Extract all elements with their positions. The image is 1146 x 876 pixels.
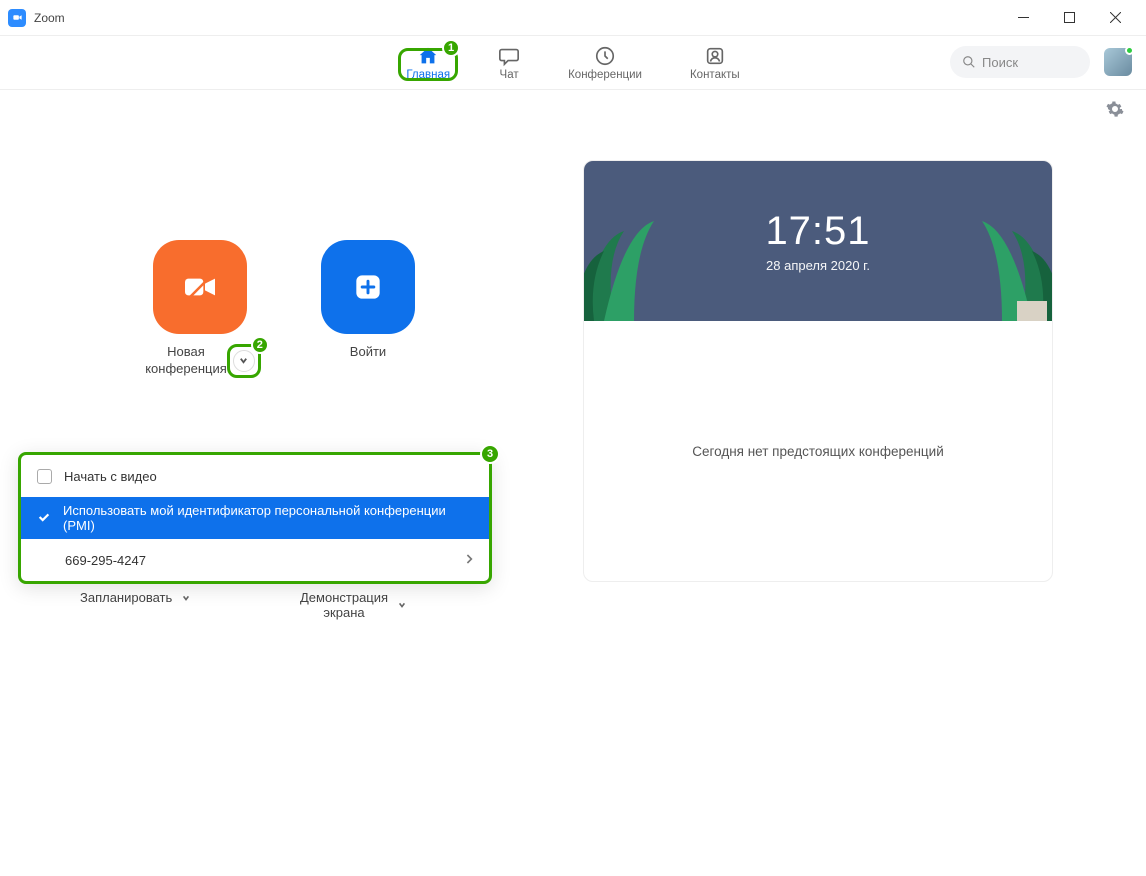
no-meetings-message: Сегодня нет предстоящих конференций — [584, 321, 1052, 581]
app-icon — [8, 9, 26, 27]
start-with-video-label: Начать с видео — [64, 469, 157, 484]
video-off-icon — [180, 267, 220, 307]
schedule-label: Запланировать — [80, 590, 172, 605]
clock-hero: 17:51 28 апреля 2020 г. — [584, 161, 1052, 321]
plant-decoration-right — [962, 201, 1052, 321]
schedule-label-row: Запланировать — [80, 590, 190, 605]
tab-meetings-label: Конференции — [568, 69, 642, 81]
maximize-button[interactable] — [1046, 0, 1092, 36]
tab-chat-label: Чат — [500, 69, 519, 81]
tab-contacts[interactable]: Контакты — [690, 45, 740, 81]
chat-icon — [498, 45, 520, 67]
join-button[interactable] — [321, 240, 415, 334]
clock-time: 17:51 — [765, 209, 870, 254]
window-title: Zoom — [34, 11, 65, 25]
title-bar: Zoom — [0, 0, 1146, 36]
share-label-row: Демонстрация экрана — [300, 590, 406, 620]
chevron-right-icon — [465, 553, 473, 568]
calendar-panel: 17:51 28 апреля 2020 г. Сегодня нет пред… — [573, 90, 1146, 876]
chevron-down-icon — [239, 356, 248, 365]
join-label: Войти — [350, 344, 386, 361]
new-meeting-dropdown-button[interactable] — [233, 350, 255, 372]
tab-home[interactable]: 1 Главная — [406, 45, 450, 81]
search-placeholder: Поиск — [982, 55, 1018, 70]
chevron-down-icon — [182, 594, 190, 602]
presence-indicator — [1125, 46, 1134, 55]
clock-date: 28 апреля 2020 г. — [766, 258, 870, 273]
new-meeting-dropdown: 3 Начать с видео Использовать мой иденти… — [18, 452, 492, 584]
annotation-badge-1: 1 — [442, 39, 460, 57]
avatar[interactable] — [1104, 48, 1132, 76]
use-pmi-label: Использовать мой идентификатор персональ… — [63, 503, 473, 533]
pmi-number-label: 669-295-4247 — [65, 553, 146, 568]
plus-icon — [348, 267, 388, 307]
home-icon — [417, 45, 439, 67]
clock-icon — [594, 45, 616, 67]
search-input[interactable]: Поиск — [950, 46, 1090, 78]
home-actions-panel: Новая конференция 2 Войт — [0, 90, 573, 876]
calendar-card: 17:51 28 апреля 2020 г. Сегодня нет пред… — [583, 160, 1053, 582]
tile-join: Войти — [308, 240, 428, 378]
contacts-icon — [704, 45, 726, 67]
annotation-badge-3: 3 — [480, 444, 500, 464]
top-nav: 1 Главная Чат Конференции Контакты Поиск — [0, 36, 1146, 90]
close-button[interactable] — [1092, 0, 1138, 36]
tile-new-meeting: Новая конференция 2 — [140, 240, 260, 378]
minimize-button[interactable] — [1000, 0, 1046, 36]
search-icon — [962, 55, 976, 69]
checkbox-unchecked-icon — [37, 469, 52, 484]
annotation-badge-2: 2 — [251, 336, 269, 354]
tab-chat[interactable]: Чат — [498, 45, 520, 81]
check-icon — [37, 510, 51, 527]
dropdown-use-pmi[interactable]: Использовать мой идентификатор персональ… — [21, 497, 489, 539]
dropdown-start-with-video[interactable]: Начать с видео — [21, 455, 489, 497]
plant-decoration-left — [584, 201, 674, 321]
new-meeting-button[interactable] — [153, 240, 247, 334]
tab-home-label: Главная — [406, 69, 450, 81]
new-meeting-label: Новая конференция — [145, 344, 227, 378]
dropdown-pmi-number[interactable]: 669-295-4247 — [21, 539, 489, 581]
chevron-down-icon — [398, 601, 406, 609]
share-label: Демонстрация экрана — [300, 590, 388, 620]
window-controls — [1000, 0, 1138, 36]
tab-contacts-label: Контакты — [690, 69, 740, 81]
tab-meetings[interactable]: Конференции — [568, 45, 642, 81]
